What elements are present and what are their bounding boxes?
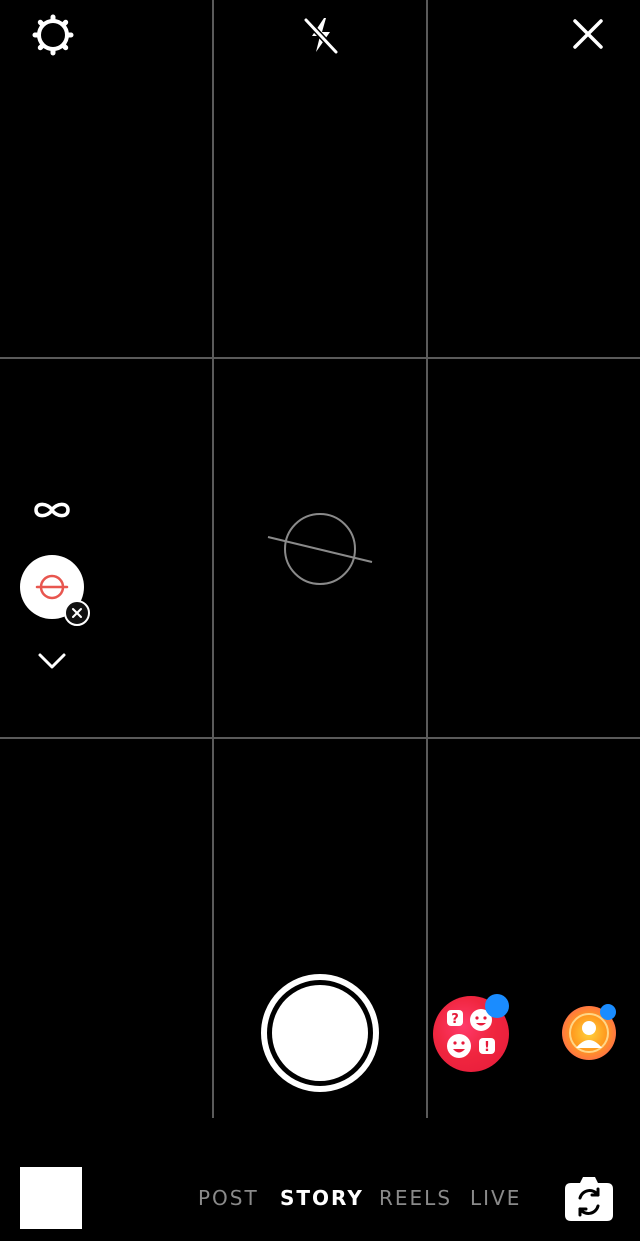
level-indicator (267, 513, 373, 585)
flash-toggle[interactable] (298, 12, 344, 58)
close-icon (72, 608, 82, 618)
effect-emoji-button[interactable]: ? ! (433, 994, 509, 1072)
infinity-icon (34, 502, 70, 518)
remove-effect-button[interactable] (64, 600, 90, 626)
new-badge (600, 1004, 616, 1020)
grid-line (212, 0, 214, 1118)
grid-line (426, 0, 428, 1118)
svg-text:!: ! (484, 1040, 490, 1055)
tab-story[interactable]: STORY (280, 1186, 364, 1210)
shutter-button[interactable] (261, 974, 379, 1092)
close-button[interactable] (566, 12, 610, 56)
close-icon (573, 19, 603, 49)
flash-off-icon (303, 17, 339, 55)
settings-button[interactable] (30, 12, 76, 58)
tab-post[interactable]: POST (198, 1186, 259, 1210)
flip-camera-button[interactable] (563, 1173, 615, 1223)
grid-line (0, 737, 640, 739)
camera-viewfinder[interactable] (0, 0, 640, 1118)
new-badge (485, 994, 509, 1018)
grid-line (0, 357, 640, 359)
tab-live[interactable]: LIVE (470, 1186, 521, 1210)
boomerang-button[interactable] (28, 492, 76, 528)
mode-tabs: POST STORY REELS LIVE (0, 1186, 640, 1212)
level-effect-icon (35, 574, 69, 600)
shutter-inner (272, 985, 368, 1081)
gear-icon (32, 14, 74, 56)
tab-reels[interactable]: REELS (379, 1186, 452, 1210)
svg-text:?: ? (451, 1012, 459, 1027)
more-tools-button[interactable] (32, 646, 72, 676)
chevron-down-icon (38, 653, 66, 669)
flip-camera-icon (565, 1177, 613, 1221)
effect-face-button[interactable] (562, 1004, 616, 1060)
